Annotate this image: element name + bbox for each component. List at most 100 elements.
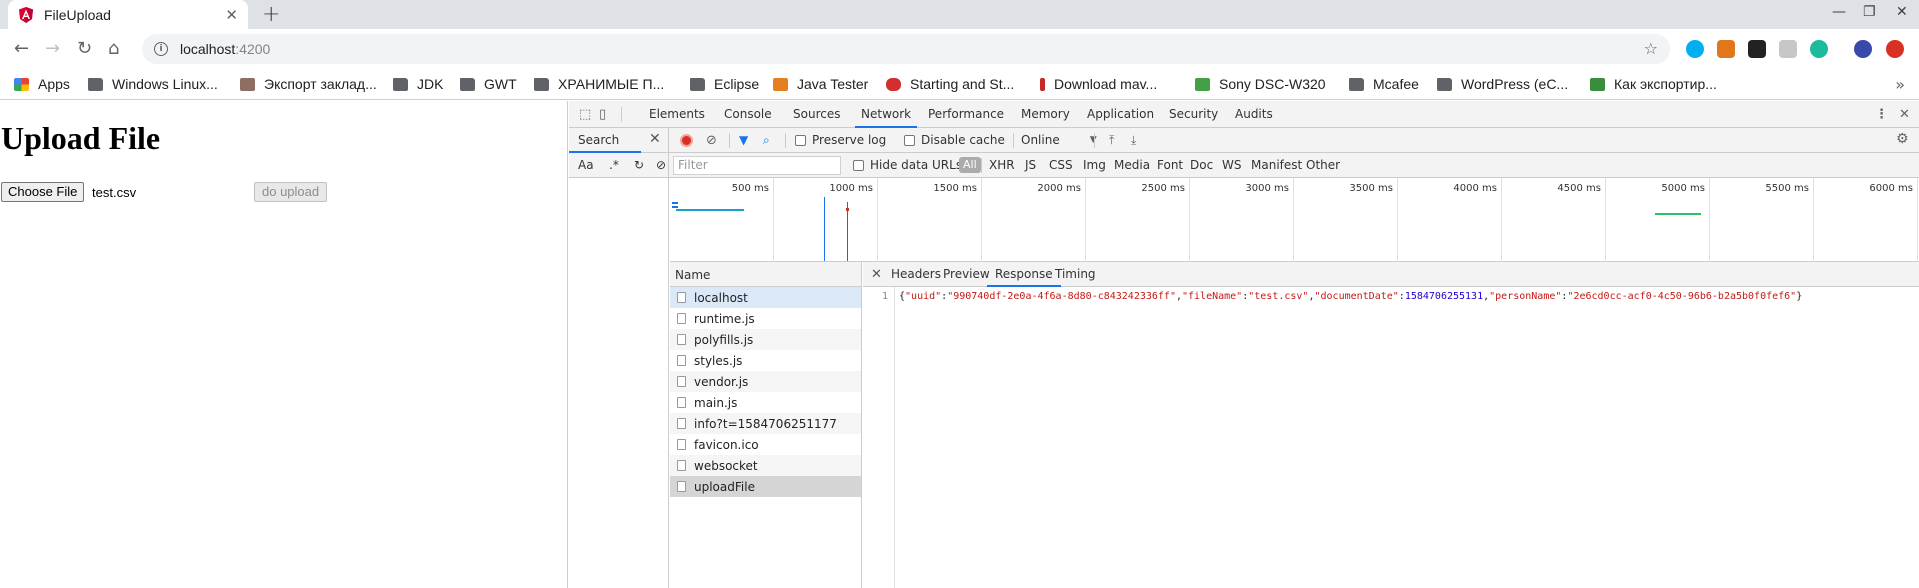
bookmark-item[interactable]: JDK [393, 76, 443, 92]
close-search-icon[interactable]: ✕ [649, 131, 661, 147]
bookmark-item[interactable]: Как экспортир... [1590, 76, 1717, 92]
clear-search-icon[interactable]: ⊘ [656, 158, 666, 172]
request-row[interactable]: websocket [670, 455, 861, 476]
match-case-toggle[interactable]: Aa [578, 158, 594, 172]
bookmark-item[interactable]: Download mav... [1040, 76, 1157, 92]
tab-console[interactable]: Console [724, 101, 772, 128]
clear-icon[interactable]: ⊘ [706, 133, 717, 148]
request-row-selected[interactable]: uploadFile [670, 476, 861, 497]
tab-performance[interactable]: Performance [928, 101, 1004, 128]
request-row[interactable]: polyfills.js [670, 329, 861, 350]
filter-font[interactable]: Font [1157, 158, 1183, 172]
import-har-icon[interactable]: ⤒ [1109, 133, 1114, 148]
filter-xhr[interactable]: XHR [989, 158, 1015, 172]
bookmark-star-icon[interactable]: ☆ [1644, 39, 1658, 58]
bookmark-item[interactable]: Windows Linux... [88, 76, 218, 92]
filter-icon[interactable]: ▼ [739, 133, 748, 147]
filter-css[interactable]: CSS [1049, 158, 1073, 172]
filter-all[interactable]: All [959, 157, 981, 173]
close-tab-icon[interactable]: ✕ [225, 6, 238, 24]
back-icon[interactable]: ← [14, 38, 29, 59]
tab-audits[interactable]: Audits [1235, 101, 1273, 128]
filter-media[interactable]: Media [1114, 158, 1150, 172]
tab-sources[interactable]: Sources [793, 101, 840, 128]
minimize-icon[interactable]: — [1832, 4, 1846, 20]
tab-headers[interactable]: Headers [891, 262, 941, 287]
new-tab-icon[interactable]: + [262, 2, 280, 27]
bookmark-item[interactable]: Sony DSC-W320 [1195, 76, 1326, 92]
filter-doc[interactable]: Doc [1190, 158, 1213, 172]
metamask-icon[interactable] [1717, 40, 1735, 58]
filter-ws[interactable]: WS [1222, 158, 1241, 172]
bookmark-item[interactable]: Экспорт заклад... [240, 76, 377, 92]
tab-elements[interactable]: Elements [649, 101, 705, 128]
network-settings-icon[interactable]: ⚙ [1896, 131, 1909, 147]
update-icon[interactable] [1886, 40, 1904, 58]
request-row[interactable]: localhost [670, 287, 861, 308]
tab-network[interactable]: Network [855, 101, 918, 128]
more-bookmarks-icon[interactable]: » [1895, 75, 1905, 94]
disable-cache-checkbox[interactable]: Disable cache [904, 133, 1005, 147]
search-icon[interactable]: ⌕ [763, 133, 770, 148]
skype-icon[interactable] [1686, 40, 1704, 58]
bookmark-item[interactable]: Starting and St... [886, 76, 1014, 92]
filter-img[interactable]: Img [1083, 158, 1106, 172]
request-row[interactable]: info?t=1584706251177 [670, 413, 861, 434]
restore-icon[interactable]: ❐ [1863, 4, 1876, 20]
response-json[interactable]: {"uuid":"990740df-2e0a-4f6a-8d80-c843242… [899, 291, 1802, 302]
request-row[interactable]: vendor.js [670, 371, 861, 392]
bookmark-item[interactable]: Mcafee [1349, 76, 1419, 92]
upload-button[interactable]: do upload [254, 182, 328, 202]
inspect-element-icon[interactable]: ⬚ [579, 107, 591, 122]
request-row[interactable]: main.js [670, 392, 861, 413]
bookmark-item[interactable]: GWT [460, 76, 517, 92]
bookmark-item[interactable]: Java Tester [773, 76, 868, 92]
bookmark-item[interactable]: Eclipse [690, 76, 759, 92]
bookmark-apps[interactable]: Apps [14, 76, 70, 92]
preserve-log-checkbox[interactable]: Preserve log [795, 133, 886, 147]
vpn-ext-icon[interactable] [1810, 40, 1828, 58]
device-toolbar-icon[interactable]: ▯ [599, 107, 606, 122]
request-row[interactable]: styles.js [670, 350, 861, 371]
filter-other[interactable]: Other [1306, 158, 1340, 172]
tab-memory[interactable]: Memory [1021, 101, 1070, 128]
profile-avatar[interactable] [1854, 40, 1872, 58]
line-number: 1 [881, 291, 888, 302]
tab-application[interactable]: Application [1087, 101, 1154, 128]
close-detail-icon[interactable]: ✕ [871, 267, 882, 282]
refresh-search-icon[interactable]: ↻ [634, 158, 644, 172]
response-body[interactable]: 1 {"uuid":"990740df-2e0a-4f6a-8d80-c8432… [863, 287, 1919, 588]
close-window-icon[interactable]: ✕ [1896, 4, 1908, 20]
more-options-icon[interactable]: ⋮ [1875, 107, 1888, 122]
search-tab-label[interactable]: Search [578, 133, 619, 147]
choose-file-button[interactable]: Choose File [1, 182, 85, 202]
filter-manifest[interactable]: Manifest [1251, 158, 1302, 172]
address-bar[interactable]: i localhost:4200 ☆ [142, 34, 1670, 64]
hide-data-urls-checkbox[interactable]: Hide data URLs [853, 158, 962, 172]
record-icon[interactable] [680, 134, 693, 147]
bookmark-item[interactable]: ХРАНИМЫЕ П... [534, 76, 664, 92]
forward-icon[interactable]: → [45, 38, 60, 59]
reload-icon[interactable]: ↻ [77, 38, 92, 59]
request-row[interactable]: runtime.js [670, 308, 861, 329]
incognito-ext-icon[interactable] [1748, 40, 1766, 58]
home-icon[interactable]: ⌂ [108, 38, 119, 59]
cast-ext-icon[interactable] [1779, 40, 1797, 58]
site-info-icon[interactable]: i [154, 42, 168, 56]
tab-security[interactable]: Security [1169, 101, 1218, 128]
filter-js[interactable]: JS [1025, 158, 1036, 172]
name-column-header[interactable]: Name [670, 262, 861, 287]
close-devtools-icon[interactable]: ✕ [1899, 107, 1910, 122]
export-har-icon[interactable]: ⤓ [1131, 133, 1136, 148]
request-row[interactable]: favicon.ico [670, 434, 861, 455]
tab-preview[interactable]: Preview [943, 262, 990, 287]
filter-input[interactable]: Filter [673, 156, 841, 175]
browser-tab[interactable]: FileUpload ✕ [8, 0, 248, 29]
tab-timing[interactable]: Timing [1055, 262, 1096, 287]
bookmark-item[interactable]: WordPress (eC... [1437, 76, 1568, 92]
url-text[interactable]: localhost:4200 [180, 41, 270, 57]
network-overview-timeline[interactable]: 500 ms 1000 ms 1500 ms 2000 ms 2500 ms 3… [670, 178, 1919, 262]
regex-toggle[interactable]: .* [609, 158, 619, 172]
throttling-select[interactable]: Online▼ [1021, 133, 1097, 147]
tab-response[interactable]: Response [987, 262, 1061, 287]
